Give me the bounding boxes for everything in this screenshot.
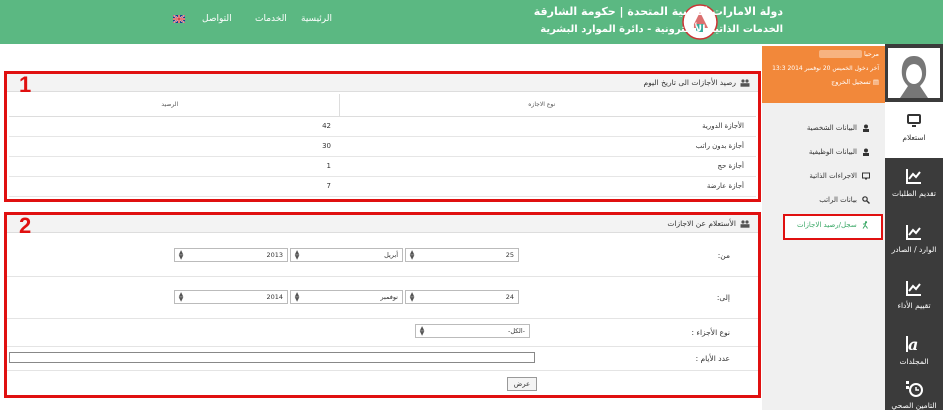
balance-cell: 7 bbox=[9, 176, 339, 197]
welcome-text: مرحبا bbox=[863, 50, 879, 58]
panel-title: الأستعلام عن الاجازات bbox=[667, 219, 736, 228]
leave-balance-panel: رصيد الأجازات الى تاريخ اليوم 1 الرصيد ن… bbox=[4, 71, 761, 202]
sidebar-item-label: تقديم الطلبات bbox=[892, 189, 936, 198]
sidebar-item-health-insurance[interactable]: التامين الصحي bbox=[885, 370, 943, 410]
chart-icon bbox=[906, 281, 921, 296]
leave-balance-table: الرصيد نوع الاجازه 42 الأجازة الدورية 30… bbox=[9, 94, 756, 197]
top-header: دولة الامارات العربية المتحدة | حكومة ال… bbox=[0, 0, 943, 44]
stepper-arrows-icon: ▲ ▼ bbox=[178, 291, 184, 303]
panel-header: الأستعلام عن الاجازات bbox=[7, 215, 758, 233]
balance-cell: 42 bbox=[9, 116, 339, 137]
type-cell: الأجازة الدورية bbox=[339, 116, 756, 137]
panel-header: رصيد الأجازات الى تاريخ اليوم bbox=[7, 74, 758, 92]
side-menu-leave-record[interactable]: سجل/رصيد الاجازات bbox=[797, 221, 869, 229]
lock-icon: ▤ bbox=[872, 78, 879, 86]
to-year-select[interactable]: ▲ ▼ 2014 bbox=[174, 290, 288, 304]
type-cell: أجازة حج bbox=[339, 156, 756, 177]
clock-icon bbox=[906, 381, 923, 397]
table-row: 1 أجازة حج bbox=[9, 156, 756, 177]
user-info-box: مرحبا xxxxxxxxxx آخر دخول الخميس 20 نوفم… bbox=[762, 46, 885, 103]
stepper-arrows-icon: ▲ ▼ bbox=[419, 325, 425, 337]
nav-contact-link[interactable]: التواصل bbox=[202, 14, 232, 24]
logout-link[interactable]: ▤ تسجيل الخروج bbox=[768, 78, 879, 86]
side-menu-label: البيانات الشخصية bbox=[806, 124, 857, 132]
side-menu-job-data[interactable]: البيانات الوظيفية bbox=[770, 142, 870, 162]
government-title: دولة الامارات العربية المتحدة | حكومة ال… bbox=[533, 5, 783, 18]
department-subtitle: الخدمات الذاتية الألكترونية - دائرة المو… bbox=[540, 24, 783, 35]
users-icon bbox=[740, 79, 750, 87]
main-sidebar: استعلام تقديم الطلبات الوارد / الصادر تق… bbox=[885, 44, 943, 410]
stepper-arrows-icon: ▲ ▼ bbox=[409, 291, 415, 303]
nav-services-link[interactable]: الخدمات bbox=[255, 14, 287, 24]
stepper-arrows-icon: ▲ ▼ bbox=[294, 291, 300, 303]
column-header-balance: الرصيد bbox=[9, 94, 340, 117]
user-avatar-icon bbox=[888, 48, 940, 98]
to-label: إلى: bbox=[716, 293, 730, 302]
user-icon bbox=[863, 148, 869, 156]
table-header-row: الرصيد نوع الاجازه bbox=[9, 94, 756, 117]
run-icon bbox=[862, 221, 868, 229]
search-icon bbox=[862, 196, 870, 204]
chart-icon bbox=[906, 225, 921, 240]
stepper-arrows-icon: ▲ ▼ bbox=[294, 249, 300, 261]
leave-type-label: نوع الأجزاء : bbox=[691, 328, 730, 337]
from-year-select[interactable]: ▲ ▼ 2013 bbox=[174, 248, 288, 262]
panel-title: رصيد الأجازات الى تاريخ اليوم bbox=[643, 78, 736, 87]
column-header-type: نوع الاجازه bbox=[339, 94, 756, 117]
side-menu-personal-data[interactable]: البيانات الشخصية bbox=[770, 118, 870, 138]
to-day-select[interactable]: ▲ ▼ 24 bbox=[405, 290, 519, 304]
chart-icon bbox=[906, 169, 921, 184]
leave-type-row: نوع الأجزاء : bbox=[7, 319, 758, 347]
uk-flag-icon[interactable] bbox=[173, 15, 185, 23]
days-label: عدد الأيام : bbox=[695, 354, 730, 363]
side-menu-self-procedures[interactable]: الاجراءات الذاتية bbox=[770, 166, 870, 186]
sidebar-item-label: الوارد / الصادر bbox=[891, 245, 937, 254]
from-day-select[interactable]: ▲ ▼ 25 bbox=[405, 248, 519, 262]
balance-cell: 1 bbox=[9, 156, 339, 177]
redacted-user-name: xxxxxxxxxx bbox=[819, 50, 862, 58]
font-icon: a bbox=[906, 335, 918, 354]
sidebar-item-label: تقييم الأداء bbox=[897, 301, 931, 310]
side-menu-label: الاجراءات الذاتية bbox=[809, 172, 857, 180]
show-button[interactable]: عرض bbox=[507, 377, 537, 391]
sidebar-item-label: التامين الصحي bbox=[891, 401, 937, 410]
to-month-select[interactable]: ▲ ▼ نوفمبر bbox=[290, 290, 403, 304]
svg-text:a: a bbox=[908, 335, 918, 354]
sidebar-item-inquiry[interactable]: استعلام bbox=[885, 102, 943, 158]
stepper-arrows-icon: ▲ ▼ bbox=[178, 249, 184, 261]
stepper-arrows-icon: ▲ ▼ bbox=[409, 249, 415, 261]
avatar bbox=[888, 48, 940, 98]
sidebar-item-label: المجلدات bbox=[899, 357, 929, 366]
table-row: 42 الأجازة الدورية bbox=[9, 116, 756, 137]
side-menu-label: سجل/رصيد الاجازات bbox=[797, 221, 857, 229]
side-menu-label: بيانات الراتب bbox=[819, 196, 857, 204]
balance-cell: 30 bbox=[9, 136, 339, 157]
side-menu-salary-data[interactable]: بيانات الراتب bbox=[770, 190, 870, 210]
leave-type-select[interactable]: ▲ ▼ -الكل- bbox=[415, 324, 530, 338]
logout-label: تسجيل الخروج bbox=[831, 78, 871, 86]
sidebar-item-requests[interactable]: تقديم الطلبات bbox=[885, 158, 943, 214]
user-icon bbox=[863, 124, 869, 132]
monitor-icon bbox=[862, 172, 870, 180]
type-cell: أجازة بدون راتب bbox=[339, 136, 756, 157]
from-label: من: bbox=[717, 251, 730, 260]
sidebar-item-inbox-outbox[interactable]: الوارد / الصادر bbox=[885, 214, 943, 270]
table-row: 7 أجازة عارضة bbox=[9, 176, 756, 197]
sidebar-item-label: استعلام bbox=[902, 133, 926, 142]
sidebar-item-performance[interactable]: تقييم الأداء bbox=[885, 270, 943, 326]
side-menu-label: البيانات الوظيفية bbox=[808, 148, 857, 156]
type-cell: أجازة عارضة bbox=[339, 176, 756, 197]
last-login-text: آخر دخول الخميس 20 نوفمبر 2014 13:3 bbox=[772, 65, 879, 72]
users-icon bbox=[740, 220, 750, 228]
days-count-input[interactable] bbox=[9, 352, 535, 363]
leave-inquiry-panel: الأستعلام عن الاجازات 2 من: إلى: نوع الأ… bbox=[4, 212, 761, 398]
nav-home-link[interactable]: الرئيسية bbox=[301, 14, 332, 24]
from-month-select[interactable]: ▲ ▼ أبريل bbox=[290, 248, 403, 262]
table-row: 30 أجازة بدون راتب bbox=[9, 136, 756, 157]
monitor-icon bbox=[907, 114, 921, 127]
